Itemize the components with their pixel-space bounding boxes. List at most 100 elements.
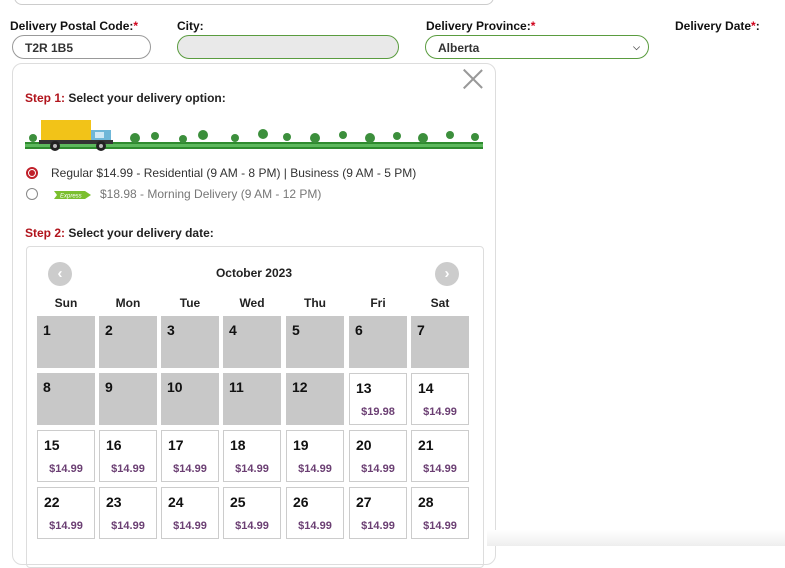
calendar-day-available[interactable]: 28 $14.99 xyxy=(411,487,469,539)
day-number: 4 xyxy=(229,322,237,338)
calendar-day-disabled: 12 xyxy=(286,373,344,425)
city-label: City: xyxy=(177,19,204,33)
calendar-day-available[interactable]: 16 $14.99 xyxy=(99,430,157,482)
weekday-header: Wed xyxy=(239,296,265,310)
step1-heading: Step 1: Select your delivery option: xyxy=(25,91,226,105)
calendar-day-available[interactable]: 22 $14.99 xyxy=(37,487,95,539)
calendar-day-disabled: 4 xyxy=(223,316,281,368)
regular-delivery-label: Regular $14.99 - Residential (9 AM - 8 P… xyxy=(51,166,417,180)
day-price: $14.99 xyxy=(49,520,83,532)
calendar-day-disabled: 8 xyxy=(37,373,95,425)
calendar-day-available[interactable]: 25 $14.99 xyxy=(223,487,281,539)
calendar-day-available[interactable]: 23 $14.99 xyxy=(99,487,157,539)
day-price: $14.99 xyxy=(111,520,145,532)
day-price: $14.99 xyxy=(423,520,457,532)
day-number: 15 xyxy=(44,437,60,453)
calendar-day-disabled: 6 xyxy=(349,316,407,368)
day-number: 13 xyxy=(356,380,372,396)
calendar-day-available[interactable]: 15 $14.99 xyxy=(37,430,95,482)
day-number: 5 xyxy=(292,322,300,338)
day-price: $14.99 xyxy=(111,463,145,475)
day-price: $14.99 xyxy=(361,520,395,532)
prev-month-button[interactable]: ‹ xyxy=(48,262,72,286)
day-number: 14 xyxy=(418,380,434,396)
calendar-day-available[interactable]: 24 $14.99 xyxy=(161,487,219,539)
day-number: 9 xyxy=(105,379,113,395)
express-delivery-radio[interactable] xyxy=(26,188,38,200)
day-number: 16 xyxy=(106,437,122,453)
day-number: 1 xyxy=(43,322,51,338)
province-select[interactable]: Alberta ⌵ xyxy=(425,35,649,59)
day-number: 10 xyxy=(167,379,183,395)
day-number: 12 xyxy=(292,379,308,395)
day-number: 2 xyxy=(105,322,113,338)
chevron-left-icon: ‹ xyxy=(57,265,63,282)
day-number: 22 xyxy=(44,494,60,510)
calendar-day-available[interactable]: 21 $14.99 xyxy=(411,430,469,482)
calendar-day-available[interactable]: 14 $14.99 xyxy=(411,373,469,425)
chevron-right-icon: › xyxy=(444,265,450,282)
top-container-edge xyxy=(14,0,494,5)
day-number: 28 xyxy=(418,494,434,510)
calendar-day-disabled: 1 xyxy=(37,316,95,368)
calendar-day-available[interactable]: 19 $14.99 xyxy=(286,430,344,482)
calendar-day-available[interactable]: 27 $14.99 xyxy=(349,487,407,539)
calendar-day-disabled: 10 xyxy=(161,373,219,425)
day-price: $14.99 xyxy=(298,520,332,532)
express-delivery-label: $18.98 - Morning Delivery (9 AM - 12 PM) xyxy=(100,187,322,201)
day-number: 27 xyxy=(356,494,372,510)
calendar-day-disabled: 11 xyxy=(223,373,281,425)
calendar-day-disabled: 3 xyxy=(161,316,219,368)
delivery-truck-banner xyxy=(25,120,483,151)
weekday-header: Fri xyxy=(370,296,386,310)
day-price: $19.98 xyxy=(361,406,395,418)
province-selected-value: Alberta xyxy=(438,41,480,55)
calendar-month-title: October 2023 xyxy=(215,266,293,280)
province-label: Delivery Province:* xyxy=(426,19,536,33)
day-price: $14.99 xyxy=(298,463,332,475)
day-number: 18 xyxy=(230,437,246,453)
day-price: $14.99 xyxy=(49,463,83,475)
bottom-shadow xyxy=(487,530,785,546)
calendar-day-available[interactable]: 17 $14.99 xyxy=(161,430,219,482)
day-number: 23 xyxy=(106,494,122,510)
weekday-header: Mon xyxy=(115,296,141,310)
weekday-header: Thu xyxy=(304,296,326,310)
day-price: $14.99 xyxy=(423,406,457,418)
day-price: $14.99 xyxy=(173,463,207,475)
next-month-button[interactable]: › xyxy=(435,262,459,286)
day-number: 11 xyxy=(229,379,244,395)
weekday-header: Sun xyxy=(54,296,78,310)
calendar-day-available[interactable]: 20 $14.99 xyxy=(349,430,407,482)
city-input[interactable] xyxy=(177,35,399,59)
day-number: 19 xyxy=(293,437,309,453)
day-number: 25 xyxy=(230,494,246,510)
calendar-day-available[interactable]: 13 $19.98 xyxy=(349,373,407,425)
day-number: 21 xyxy=(418,437,434,453)
weekday-header: Tue xyxy=(179,296,201,310)
day-number: 3 xyxy=(167,322,175,338)
calendar-day-disabled: 5 xyxy=(286,316,344,368)
day-price: $14.99 xyxy=(235,463,269,475)
close-icon[interactable] xyxy=(462,68,484,90)
regular-delivery-radio[interactable] xyxy=(26,167,38,179)
day-number: 8 xyxy=(43,379,51,395)
day-number: 26 xyxy=(293,494,309,510)
calendar-day-disabled: 7 xyxy=(411,316,469,368)
postal-code-label: Delivery Postal Code:* xyxy=(10,19,139,33)
postal-code-input[interactable]: T2R 1B5 xyxy=(12,35,151,59)
express-badge-text: Express xyxy=(60,194,82,200)
calendar-day-available[interactable]: 26 $14.99 xyxy=(286,487,344,539)
step2-heading: Step 2: Select your delivery date: xyxy=(25,226,214,240)
chevron-down-icon: ⌵ xyxy=(633,42,640,52)
day-price: $14.99 xyxy=(361,463,395,475)
weekday-header: Sat xyxy=(430,296,450,310)
day-price: $14.99 xyxy=(423,463,457,475)
express-badge-icon: Express xyxy=(54,191,91,200)
day-number: 17 xyxy=(168,437,184,453)
day-price: $14.99 xyxy=(173,520,207,532)
calendar-day-available[interactable]: 18 $14.99 xyxy=(223,430,281,482)
day-price: $14.99 xyxy=(235,520,269,532)
day-number: 7 xyxy=(417,322,425,338)
day-number: 20 xyxy=(356,437,372,453)
